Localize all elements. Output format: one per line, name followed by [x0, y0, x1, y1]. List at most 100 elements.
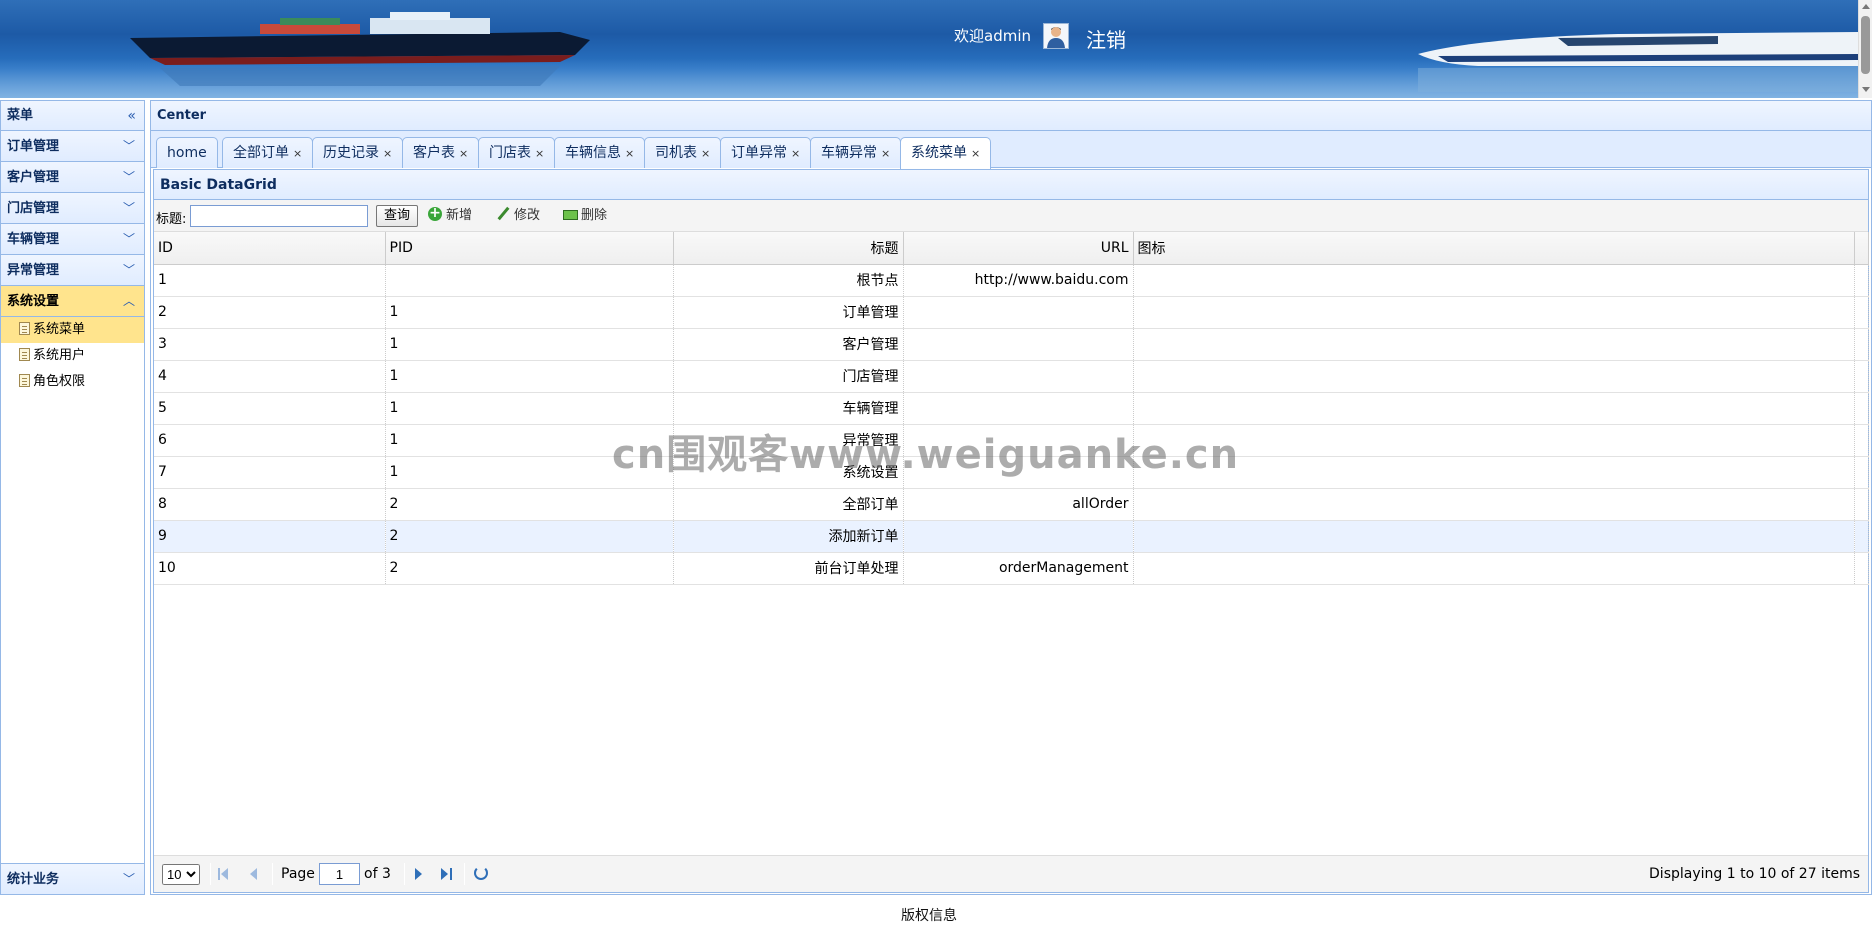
tab-customer-table[interactable]: 客户表 × [402, 137, 480, 168]
accordion-order-management[interactable]: 订单管理 ﹀ [1, 131, 144, 162]
search-label: 标题: [156, 212, 187, 227]
chevron-up-icon[interactable]: ︿ [123, 286, 135, 317]
tab-system-menu[interactable]: 系统菜单 × [900, 137, 992, 169]
cell-url [903, 520, 1134, 553]
table-row[interactable]: 2 1 订单管理 [154, 296, 1869, 329]
tab-home[interactable]: home [156, 137, 218, 168]
chevron-down-icon[interactable]: ﹀ [123, 224, 135, 255]
cell-spacer [1854, 264, 1869, 297]
page-number-input[interactable] [319, 863, 360, 885]
column-header-icon[interactable]: 图标 [1133, 232, 1855, 265]
tab-vehicle-info[interactable]: 车辆信息 × [554, 137, 646, 168]
close-icon[interactable]: × [881, 147, 890, 160]
accordion-customer-management[interactable]: 客户管理 ﹀ [1, 162, 144, 193]
chevron-down-icon[interactable]: ﹀ [123, 864, 135, 895]
cell-title: 门店管理 [673, 360, 904, 393]
close-icon[interactable]: × [625, 147, 634, 160]
pagination-bar: 10 Page of 3 Displaying 1 to 10 of 27 it… [154, 855, 1868, 892]
table-row[interactable]: 9 2 添加新订单 [154, 520, 1869, 553]
table-row[interactable]: 1 根节点 http://www.baidu.com [154, 264, 1869, 297]
table-row[interactable]: 4 1 门店管理 [154, 360, 1869, 393]
cell-pid: 2 [385, 552, 674, 585]
tab-vehicle-exceptions[interactable]: 车辆异常 × [810, 137, 902, 168]
tree-item-label: 角色权限 [33, 374, 86, 389]
table-row[interactable]: 6 1 异常管理 [154, 424, 1869, 457]
scroll-down-icon[interactable] [1862, 87, 1870, 92]
tab-order-exceptions[interactable]: 订单异常 × [720, 137, 812, 168]
prev-page-icon[interactable] [246, 866, 262, 882]
page-size-select[interactable]: 10 [162, 864, 200, 885]
accordion-system-settings[interactable]: 系统设置 ︿ [1, 286, 144, 317]
close-icon[interactable]: × [791, 147, 800, 160]
close-icon[interactable]: × [459, 147, 468, 160]
logout-link[interactable]: 注销 [1086, 24, 1126, 53]
close-icon[interactable]: × [701, 147, 710, 160]
chevron-down-icon[interactable]: ﹀ [123, 255, 135, 286]
cell-url [903, 360, 1134, 393]
tree-item-role-permissions[interactable]: 角色权限 [1, 369, 144, 395]
last-page-icon[interactable] [438, 866, 454, 882]
cell-url [903, 456, 1134, 489]
chevron-down-icon[interactable]: ﹀ [123, 131, 135, 162]
close-icon[interactable]: × [293, 147, 302, 160]
cell-url [903, 328, 1134, 361]
first-page-icon[interactable] [216, 866, 232, 882]
section-label: 车辆管理 [7, 232, 60, 247]
cell-icon [1133, 392, 1855, 425]
accordion-exception-management[interactable]: 异常管理 ﹀ [1, 255, 144, 286]
table-row[interactable]: 3 1 客户管理 [154, 328, 1869, 361]
cell-url [903, 392, 1134, 425]
tree-item-system-menu[interactable]: 系统菜单 [1, 317, 144, 343]
column-header-title[interactable]: 标题 [673, 232, 904, 265]
edit-button[interactable]: 修改 [496, 206, 540, 226]
datagrid-table: ID PID 标题 URL 图标 1 根节点 http://www.baidu.co… [154, 232, 1869, 585]
delete-button[interactable]: 删除 [563, 206, 607, 226]
scroll-up-icon[interactable] [1862, 4, 1870, 9]
cell-id: 8 [154, 488, 386, 521]
cell-title: 全部订单 [673, 488, 904, 521]
chevron-down-icon[interactable]: ﹀ [123, 162, 135, 193]
accordion-statistics[interactable]: 统计业务 ﹀ [1, 863, 144, 894]
table-row[interactable]: 5 1 车辆管理 [154, 392, 1869, 425]
table-row[interactable]: 7 1 系统设置 [154, 456, 1869, 489]
column-header-pid[interactable]: PID [385, 232, 674, 265]
tab-driver-table[interactable]: 司机表 × [644, 137, 722, 168]
cell-pid: 1 [385, 296, 674, 329]
tree-item-system-users[interactable]: 系统用户 [1, 343, 144, 369]
tab-store-table[interactable]: 门店表 × [478, 137, 556, 168]
accordion-store-management[interactable]: 门店管理 ﹀ [1, 193, 144, 224]
table-row[interactable]: 10 2 前台订单处理 orderManagement [154, 552, 1869, 585]
cell-id: 4 [154, 360, 386, 393]
tab-history[interactable]: 历史记录 × [312, 137, 404, 168]
cell-id: 7 [154, 456, 386, 489]
cell-icon [1133, 424, 1855, 457]
chevron-down-icon[interactable]: ﹀ [123, 193, 135, 224]
cell-spacer [1854, 456, 1869, 489]
title-search-input[interactable] [190, 205, 368, 227]
refresh-icon[interactable] [474, 866, 488, 880]
close-icon[interactable]: × [383, 147, 392, 160]
next-page-icon[interactable] [410, 866, 426, 882]
menu-title: 菜单 [7, 108, 34, 123]
column-header-url[interactable]: URL [903, 232, 1134, 265]
cell-pid [385, 264, 674, 297]
table-row[interactable]: 8 2 全部订单 allOrder [154, 488, 1869, 521]
tab-all-orders[interactable]: 全部订单 × [222, 137, 314, 168]
center-panel: Center home 全部订单 × 历史记录 × 客户表 × 门店表 × 车辆信息 × … [150, 100, 1872, 895]
scroll-thumb[interactable] [1861, 16, 1870, 74]
cell-pid: 1 [385, 424, 674, 457]
file-icon [19, 322, 30, 335]
close-icon[interactable]: × [971, 147, 980, 160]
query-button[interactable]: 查询 [376, 205, 418, 227]
page-scrollbar[interactable] [1858, 0, 1872, 98]
add-button[interactable]: 新增 [428, 203, 472, 226]
add-icon [428, 203, 442, 223]
cell-pid: 1 [385, 328, 674, 361]
collapse-icon[interactable]: « [127, 101, 136, 131]
pager-separator [210, 863, 211, 885]
column-header-id[interactable]: ID [154, 232, 386, 265]
accordion-vehicle-management[interactable]: 车辆管理 ﹀ [1, 224, 144, 255]
tab-label: 全部订单 [233, 145, 289, 161]
close-icon[interactable]: × [535, 147, 544, 160]
menu-panel-header: 菜单 « [1, 101, 144, 131]
